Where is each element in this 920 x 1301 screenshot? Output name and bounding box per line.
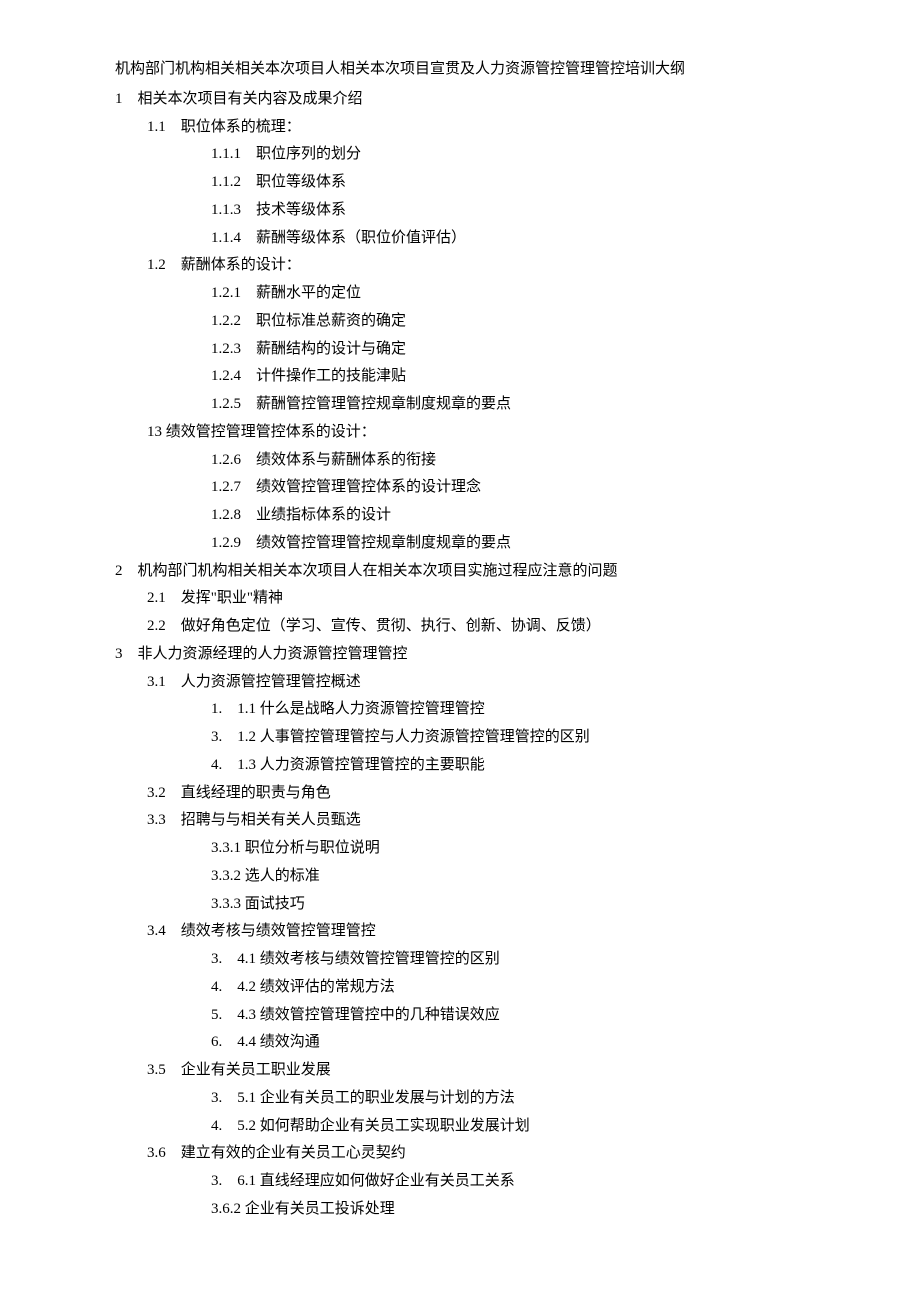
outline-line: 1.1.1 职位序列的划分 — [115, 141, 805, 169]
outline-line: 3. 4.1 绩效考核与绩效管控管理管控的区别 — [115, 946, 805, 974]
outline-line: 3 非人力资源经理的人力资源管控管理管控 — [115, 641, 805, 669]
outline-line: 5. 4.3 绩效管控管理管控中的几种错误效应 — [115, 1002, 805, 1030]
outline-line: 1.1 职位体系的梳理： — [115, 114, 805, 142]
outline-line: 1.2.4 计件操作工的技能津贴 — [115, 363, 805, 391]
outline-line: 3. 5.1 企业有关员工的职业发展与计划的方法 — [115, 1085, 805, 1113]
outline-container: 1 相关本次项目有关内容及成果介绍1.1 职位体系的梳理：1.1.1 职位序列的… — [115, 86, 805, 1224]
outline-line: 1 相关本次项目有关内容及成果介绍 — [115, 86, 805, 114]
outline-line: 1.2 薪酬体系的设计： — [115, 252, 805, 280]
outline-line: 13 绩效管控管理管控体系的设计： — [115, 419, 805, 447]
outline-line: 4. 4.2 绩效评估的常规方法 — [115, 974, 805, 1002]
outline-line: 3. 6.1 直线经理应如何做好企业有关员工关系 — [115, 1168, 805, 1196]
outline-line: 1.2.3 薪酬结构的设计与确定 — [115, 336, 805, 364]
outline-line: 4. 1.3 人力资源管控管理管控的主要职能 — [115, 752, 805, 780]
outline-line: 1.2.9 绩效管控管理管控规章制度规章的要点 — [115, 530, 805, 558]
outline-line: 2.1 发挥"职业"精神 — [115, 585, 805, 613]
outline-line: 1.2.5 薪酬管控管理管控规章制度规章的要点 — [115, 391, 805, 419]
outline-line: 1.1.3 技术等级体系 — [115, 197, 805, 225]
outline-line: 2 机构部门机构相关相关本次项目人在相关本次项目实施过程应注意的问题 — [115, 558, 805, 586]
outline-line: 1.2.2 职位标准总薪资的确定 — [115, 308, 805, 336]
outline-line: 1.2.8 业绩指标体系的设计 — [115, 502, 805, 530]
outline-line: 3.3 招聘与与相关有关人员甄选 — [115, 807, 805, 835]
outline-line: 1.2.1 薪酬水平的定位 — [115, 280, 805, 308]
outline-line: 1.2.7 绩效管控管理管控体系的设计理念 — [115, 474, 805, 502]
outline-line: 3.3.2 选人的标准 — [115, 863, 805, 891]
outline-line: 2.2 做好角色定位（学习、宣传、贯彻、执行、创新、协调、反馈） — [115, 613, 805, 641]
outline-line: 1.1.2 职位等级体系 — [115, 169, 805, 197]
outline-line: 4. 5.2 如何帮助企业有关员工实现职业发展计划 — [115, 1113, 805, 1141]
document-title: 机构部门机构相关相关本次项目人相关本次项目宣贯及人力资源管控管理管控培训大纲 — [115, 56, 805, 84]
outline-line: 3.6.2 企业有关员工投诉处理 — [115, 1196, 805, 1224]
outline-line: 3.1 人力资源管控管理管控概述 — [115, 669, 805, 697]
outline-line: 1. 1.1 什么是战略人力资源管控管理管控 — [115, 696, 805, 724]
outline-line: 1.2.6 绩效体系与薪酬体系的衔接 — [115, 447, 805, 475]
outline-line: 3.3.3 面试技巧 — [115, 891, 805, 919]
outline-line: 3.6 建立有效的企业有关员工心灵契约 — [115, 1140, 805, 1168]
outline-line: 1.1.4 薪酬等级体系（职位价值评估） — [115, 225, 805, 253]
outline-line: 3.5 企业有关员工职业发展 — [115, 1057, 805, 1085]
outline-line: 6. 4.4 绩效沟通 — [115, 1029, 805, 1057]
outline-line: 3.4 绩效考核与绩效管控管理管控 — [115, 918, 805, 946]
outline-line: 3.3.1 职位分析与职位说明 — [115, 835, 805, 863]
outline-line: 3.2 直线经理的职责与角色 — [115, 780, 805, 808]
outline-line: 3. 1.2 人事管控管理管控与人力资源管控管理管控的区别 — [115, 724, 805, 752]
